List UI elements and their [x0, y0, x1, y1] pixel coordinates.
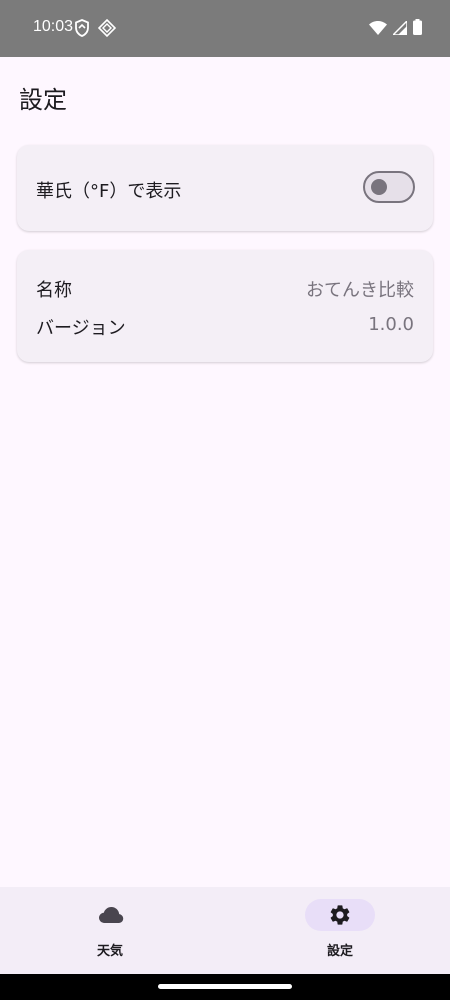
home-gesture-handle[interactable] — [158, 984, 292, 989]
status-time: 10:03 — [33, 18, 74, 35]
nav-item-weather[interactable]: 天気 — [40, 887, 180, 974]
version-row: バージョン 1.0.0 — [36, 314, 414, 340]
status-right-icons — [369, 18, 422, 39]
status-bar: 10:03 — [0, 0, 450, 57]
app-name-row: 名称 おてんき比較 — [36, 276, 414, 302]
version-label: バージョン — [36, 318, 126, 339]
wifi-icon — [369, 20, 387, 39]
app-info-card: 名称 おてんき比較 バージョン 1.0.0 — [17, 250, 433, 362]
gear-icon — [328, 903, 352, 927]
nav-label-weather: 天気 — [96, 944, 123, 959]
app-name-label: 名称 — [36, 280, 72, 301]
nav-item-settings[interactable]: 設定 — [270, 887, 410, 974]
status-left-icons — [74, 18, 117, 41]
page-title: 設定 — [19, 86, 67, 114]
fahrenheit-toggle[interactable] — [363, 171, 415, 203]
fahrenheit-setting-card: 華氏（°F）で表示 — [17, 145, 433, 231]
battery-icon — [413, 19, 422, 39]
signal-icon — [391, 18, 408, 39]
bottom-navigation-bar: 天気 設定 — [0, 887, 450, 974]
shield-icon — [74, 19, 90, 41]
nav-label-settings: 設定 — [326, 944, 353, 959]
system-navigation-bar — [0, 974, 450, 1000]
app-name-value: おてんき比較 — [306, 280, 414, 301]
cloud-icon — [98, 903, 124, 927]
version-value: 1.0.0 — [368, 314, 414, 335]
diamond-app-icon — [97, 18, 117, 41]
fahrenheit-label: 華氏（°F）で表示 — [36, 181, 182, 202]
toggle-thumb — [371, 179, 387, 195]
